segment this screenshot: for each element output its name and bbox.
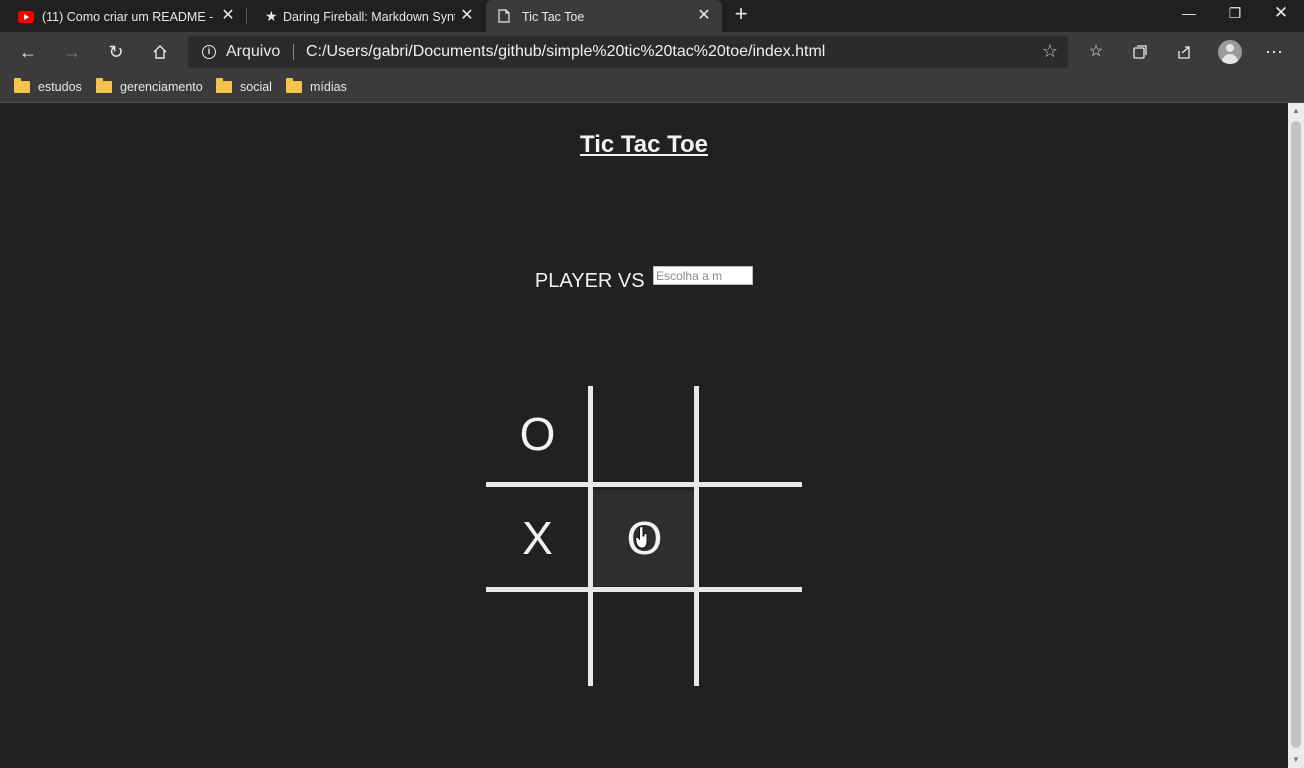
close-icon[interactable]: ✕	[220, 8, 236, 24]
tab-strip: (11) Como criar um README - Yo ✕ ★ Darin…	[0, 0, 1304, 32]
folder-icon	[286, 78, 302, 93]
board-cell-1[interactable]: O	[486, 386, 589, 482]
board-cell-4[interactable]: X	[486, 490, 589, 586]
collections-icon	[1133, 45, 1147, 59]
bookmark-estudos[interactable]: estudos	[14, 77, 82, 97]
player-mode-row: PLAYER VS	[0, 266, 1288, 293]
address-divider	[293, 44, 294, 60]
tab-title: (11) Como criar um README - Yo	[42, 10, 214, 24]
share-icon	[1178, 46, 1190, 59]
arrow-right-icon: →	[63, 42, 81, 62]
star-icon: ★	[265, 8, 278, 24]
board-cell-8[interactable]	[593, 593, 696, 689]
avatar-head	[1226, 44, 1234, 52]
player-vs-label: PLAYER VS	[534, 270, 645, 292]
grid-line-vertical	[694, 386, 699, 686]
bookmark-label: estudos	[38, 80, 82, 94]
game-mode-input[interactable]	[653, 266, 754, 285]
folder-icon	[216, 78, 232, 93]
share-button[interactable]	[1168, 36, 1200, 68]
page-content: Tic Tac Toe PLAYER VS O X O	[0, 103, 1288, 768]
folder-icon	[14, 78, 30, 93]
refresh-icon: ↻	[108, 42, 124, 62]
favorite-star-icon[interactable]: ☆	[1042, 41, 1058, 62]
collections-button[interactable]	[1124, 36, 1156, 68]
hand-cursor-icon	[635, 526, 648, 549]
avatar[interactable]	[1218, 40, 1242, 64]
tab-title: Tic Tac Toe	[522, 10, 585, 24]
page-icon	[498, 9, 510, 23]
close-icon[interactable]: ✕	[459, 8, 475, 24]
new-tab-button[interactable]: +	[730, 3, 752, 26]
minimize-button[interactable]: —	[1166, 0, 1212, 32]
scroll-up-arrow-icon[interactable]: ▲	[1288, 103, 1304, 119]
scroll-down-arrow-icon[interactable]: ▼	[1288, 752, 1304, 768]
board-cell-3[interactable]	[699, 386, 802, 482]
bookmark-label: gerenciamento	[120, 80, 203, 94]
favorites-button[interactable]: ☆	[1080, 36, 1112, 68]
grid-line-horizontal	[486, 587, 802, 592]
close-window-button[interactable]: ✕	[1258, 0, 1304, 32]
site-info-label[interactable]: Arquivo	[226, 43, 280, 61]
bookmark-label: social	[240, 80, 272, 94]
navigation-toolbar: ← → ↻ i Arquivo C:/Users/gabri/Documents…	[0, 32, 1304, 72]
tab-tic-tac-toe[interactable]: Tic Tac Toe ✕	[486, 0, 722, 32]
tab-youtube[interactable]: (11) Como criar um README - Yo ✕	[0, 0, 246, 32]
board-cell-7[interactable]	[486, 593, 589, 689]
bookmark-midias[interactable]: mídias	[286, 77, 347, 97]
bookmark-gerenciamento[interactable]: gerenciamento	[96, 77, 203, 97]
bookmark-social[interactable]: social	[216, 77, 272, 97]
home-button[interactable]	[144, 36, 176, 68]
board-cell-6[interactable]	[699, 490, 802, 586]
forward-button[interactable]: →	[56, 36, 88, 68]
more-icon: ⋯	[1265, 42, 1283, 62]
favorites-list-icon: ☆	[1088, 43, 1104, 60]
board-cell-2[interactable]	[593, 386, 696, 482]
page-title: Tic Tac Toe	[579, 131, 709, 158]
restore-button[interactable]: ❐	[1212, 0, 1258, 32]
close-icon[interactable]: ✕	[696, 8, 712, 24]
home-icon	[153, 45, 167, 59]
youtube-icon	[18, 11, 34, 23]
refresh-button[interactable]: ↻	[100, 36, 132, 68]
scrollbar-thumb[interactable]	[1291, 121, 1301, 748]
grid-line-vertical	[588, 386, 593, 686]
bookmark-label: mídias	[310, 80, 347, 94]
more-button[interactable]: ⋯	[1258, 36, 1290, 68]
arrow-left-icon: ←	[19, 42, 37, 62]
folder-icon	[96, 78, 112, 93]
board-cell-9[interactable]	[699, 593, 802, 689]
vertical-scrollbar[interactable]: ▲ ▼	[1288, 103, 1304, 768]
info-icon[interactable]: i	[202, 45, 216, 59]
grid-line-horizontal	[486, 482, 802, 487]
url-text[interactable]: C:/Users/gabri/Documents/github/simple%2…	[306, 43, 825, 61]
avatar-body	[1222, 54, 1238, 64]
tab-daring-fireball[interactable]: ★ Daring Fireball: Markdown Synta ✕	[247, 0, 485, 32]
tab-title: Daring Fireball: Markdown Synta	[283, 10, 455, 24]
bookmarks-bar: estudos gerenciamento social mídias	[0, 72, 1304, 103]
address-bar[interactable]: i Arquivo C:/Users/gabri/Documents/githu…	[188, 36, 1068, 68]
back-button[interactable]: ←	[12, 36, 44, 68]
